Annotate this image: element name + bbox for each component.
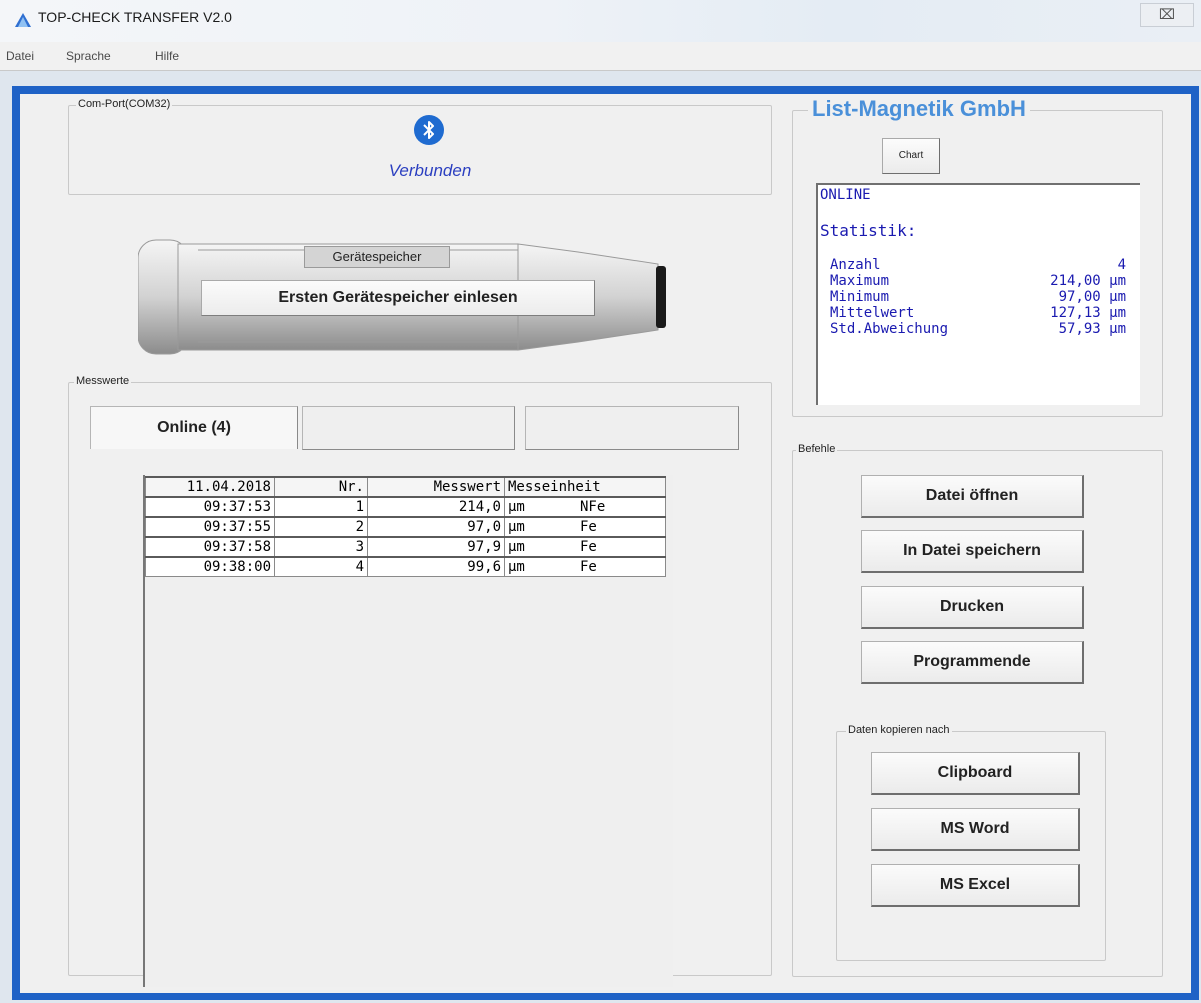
header-unit: Messeinheit [504,476,666,498]
cell-time: 09:37:53 [145,496,275,518]
cell-nr: 4 [274,556,368,577]
copy-label: Daten kopieren nach [846,724,952,736]
menu-datei[interactable]: Datei [6,49,34,63]
unit-text: µm [508,559,525,575]
menu-bar: Datei Sprache Hilfe [0,42,1201,71]
cell-unit: µm Fe [504,556,666,577]
header-nr: Nr. [274,476,368,498]
close-icon[interactable]: ⌧ [1140,3,1194,27]
stat-label: Anzahl [830,257,881,273]
stats-mode: ONLINE [820,187,871,203]
measurement-table[interactable]: 11.04.2018 Nr. Messwert Messeinheit 09:3… [145,476,666,577]
statistics-panel: ONLINE Statistik: Anzahl 4 Maximum 214,0… [816,183,1140,405]
device-memory-label: Gerätespeicher [304,246,450,268]
table-row[interactable]: 09:38:00 4 99,6 µm Fe [145,556,666,577]
chart-button[interactable]: Chart [882,138,940,174]
cell-unit: µm NFe [504,496,666,518]
title-bar: TOP-CHECK TRANSFER V2.0 ⌧ [0,0,1201,42]
stat-label: Mittelwert [830,305,915,321]
type-text: NFe [580,499,606,515]
cell-nr: 1 [274,496,368,518]
cell-time: 09:37:58 [145,536,275,558]
menu-sprache[interactable]: Sprache [66,49,111,63]
table-row[interactable]: 09:37:55 2 97,0 µm Fe [145,516,666,538]
menu-hilfe[interactable]: Hilfe [155,49,179,63]
stat-value: 57,93 µm [1058,321,1126,337]
commands-label: Befehle [796,443,838,455]
read-memory-button[interactable]: Ersten Gerätespeicher einlesen [201,280,595,316]
cell-time: 09:38:00 [145,556,275,577]
save-file-button[interactable]: In Datei speichern [861,530,1084,573]
stats-heading: Statistik: [820,221,917,240]
type-text: Fe [580,559,597,575]
quit-button[interactable]: Programmende [861,641,1084,684]
window-title: TOP-CHECK TRANSFER V2.0 [38,9,232,25]
type-text: Fe [580,519,597,535]
cell-time: 09:37:55 [145,516,275,538]
table-header-row: 11.04.2018 Nr. Messwert Messeinheit [145,476,666,498]
stat-value: 4 [1117,257,1126,273]
tab-2[interactable] [302,406,515,450]
cell-value: 214,0 [367,496,505,518]
table-row[interactable]: 09:37:58 3 97,9 µm Fe [145,536,666,558]
open-file-button[interactable]: Datei öffnen [861,475,1084,518]
stat-value: 214,00 µm [1050,273,1126,289]
header-date: 11.04.2018 [145,476,275,498]
copy-clipboard-button[interactable]: Clipboard [871,752,1080,795]
stat-value: 97,00 µm [1058,289,1126,305]
unit-text: µm [508,499,525,515]
stat-value: 127,13 µm [1050,305,1126,321]
print-button[interactable]: Drucken [861,586,1084,629]
unit-text: µm [508,519,525,535]
cell-nr: 2 [274,516,368,538]
unit-text: µm [508,539,525,555]
tab-3[interactable] [525,406,739,450]
header-value: Messwert [367,476,505,498]
cell-unit: µm Fe [504,516,666,538]
bluetooth-icon [414,115,444,145]
table-row[interactable]: 09:37:53 1 214,0 µm NFe [145,496,666,518]
company-name: List-Magnetik GmbH [808,96,1030,122]
cell-value: 97,9 [367,536,505,558]
copy-excel-button[interactable]: MS Excel [871,864,1080,907]
measurements-label: Messwerte [74,375,132,387]
cell-value: 99,6 [367,556,505,577]
stat-label: Minimum [830,289,890,305]
connection-status: Verbunden [388,161,472,180]
copy-word-button[interactable]: MS Word [871,808,1080,851]
cell-nr: 3 [274,536,368,558]
tab-online[interactable]: Online (4) [90,406,298,449]
cell-value: 97,0 [367,516,505,538]
cell-unit: µm Fe [504,536,666,558]
com-port-label: Com-Port(COM32) [76,98,173,110]
app-logo-icon [15,13,31,27]
stat-label: Std.Abweichung [830,321,949,337]
stat-label: Maximum [830,273,890,289]
type-text: Fe [580,539,597,555]
